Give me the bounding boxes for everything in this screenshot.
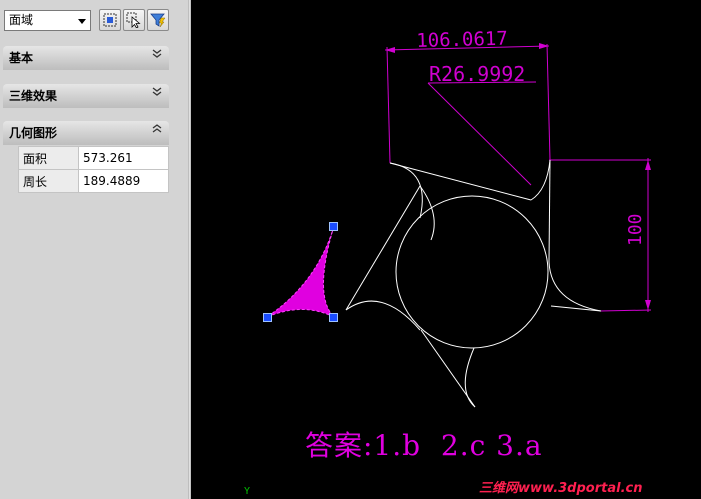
chevron-up-icon bbox=[152, 124, 162, 133]
chevron-down-icon bbox=[152, 49, 162, 58]
quick-select-button[interactable] bbox=[99, 9, 121, 31]
filter-icon bbox=[150, 13, 166, 28]
select-objects-icon bbox=[126, 12, 141, 28]
dropdown-arrow-icon bbox=[78, 19, 86, 24]
drawing-canvas[interactable]: 106.0617 R26.9992 100 答案:1.b 2.c 3.a 三维网… bbox=[191, 0, 701, 499]
answer-text: 答案:1.b 2.c 3.a bbox=[305, 429, 543, 462]
selected-region[interactable] bbox=[266, 225, 335, 318]
section-basic-label: 基本 bbox=[9, 51, 34, 65]
properties-panel: 面域 基本 三维效果 几何图形 面积 573.261 周长 189.4889 bbox=[0, 0, 188, 499]
dimension-length-label: 106.0617 bbox=[416, 27, 509, 52]
ucs-axis-label: Y bbox=[244, 486, 251, 497]
property-name: 面积 bbox=[18, 146, 79, 170]
section-geometry[interactable]: 几何图形 bbox=[3, 121, 169, 145]
chevron-down-icon bbox=[152, 87, 162, 96]
quick-select-icon bbox=[103, 13, 117, 27]
grip-handle[interactable] bbox=[329, 313, 338, 322]
dimension-radius-label: R26.9992 bbox=[429, 62, 526, 86]
section-3d-effects-label: 三维效果 bbox=[9, 89, 58, 103]
geometry-property-table: 面积 573.261 周长 189.4889 bbox=[18, 146, 169, 193]
watermark-text: 三维网www.3dportal.cn bbox=[479, 481, 643, 496]
filter-button[interactable] bbox=[147, 9, 169, 31]
grip-handle[interactable] bbox=[263, 313, 272, 322]
section-3d-effects[interactable]: 三维效果 bbox=[3, 84, 169, 108]
dimension-vertical-label: 100 bbox=[625, 213, 646, 246]
geometry-lines bbox=[345, 159, 602, 408]
section-basic[interactable]: 基本 bbox=[3, 46, 169, 70]
section-geometry-label: 几何图形 bbox=[9, 126, 58, 140]
property-name: 周长 bbox=[18, 169, 79, 193]
table-row[interactable]: 周长 189.4889 bbox=[18, 169, 169, 193]
object-type-value: 面域 bbox=[9, 13, 34, 27]
property-value[interactable]: 189.4889 bbox=[78, 169, 169, 193]
table-row[interactable]: 面积 573.261 bbox=[18, 146, 169, 170]
select-objects-button[interactable] bbox=[123, 9, 145, 31]
property-value[interactable]: 573.261 bbox=[78, 146, 169, 170]
object-type-select[interactable]: 面域 bbox=[4, 10, 91, 31]
grip-handle[interactable] bbox=[329, 222, 338, 231]
